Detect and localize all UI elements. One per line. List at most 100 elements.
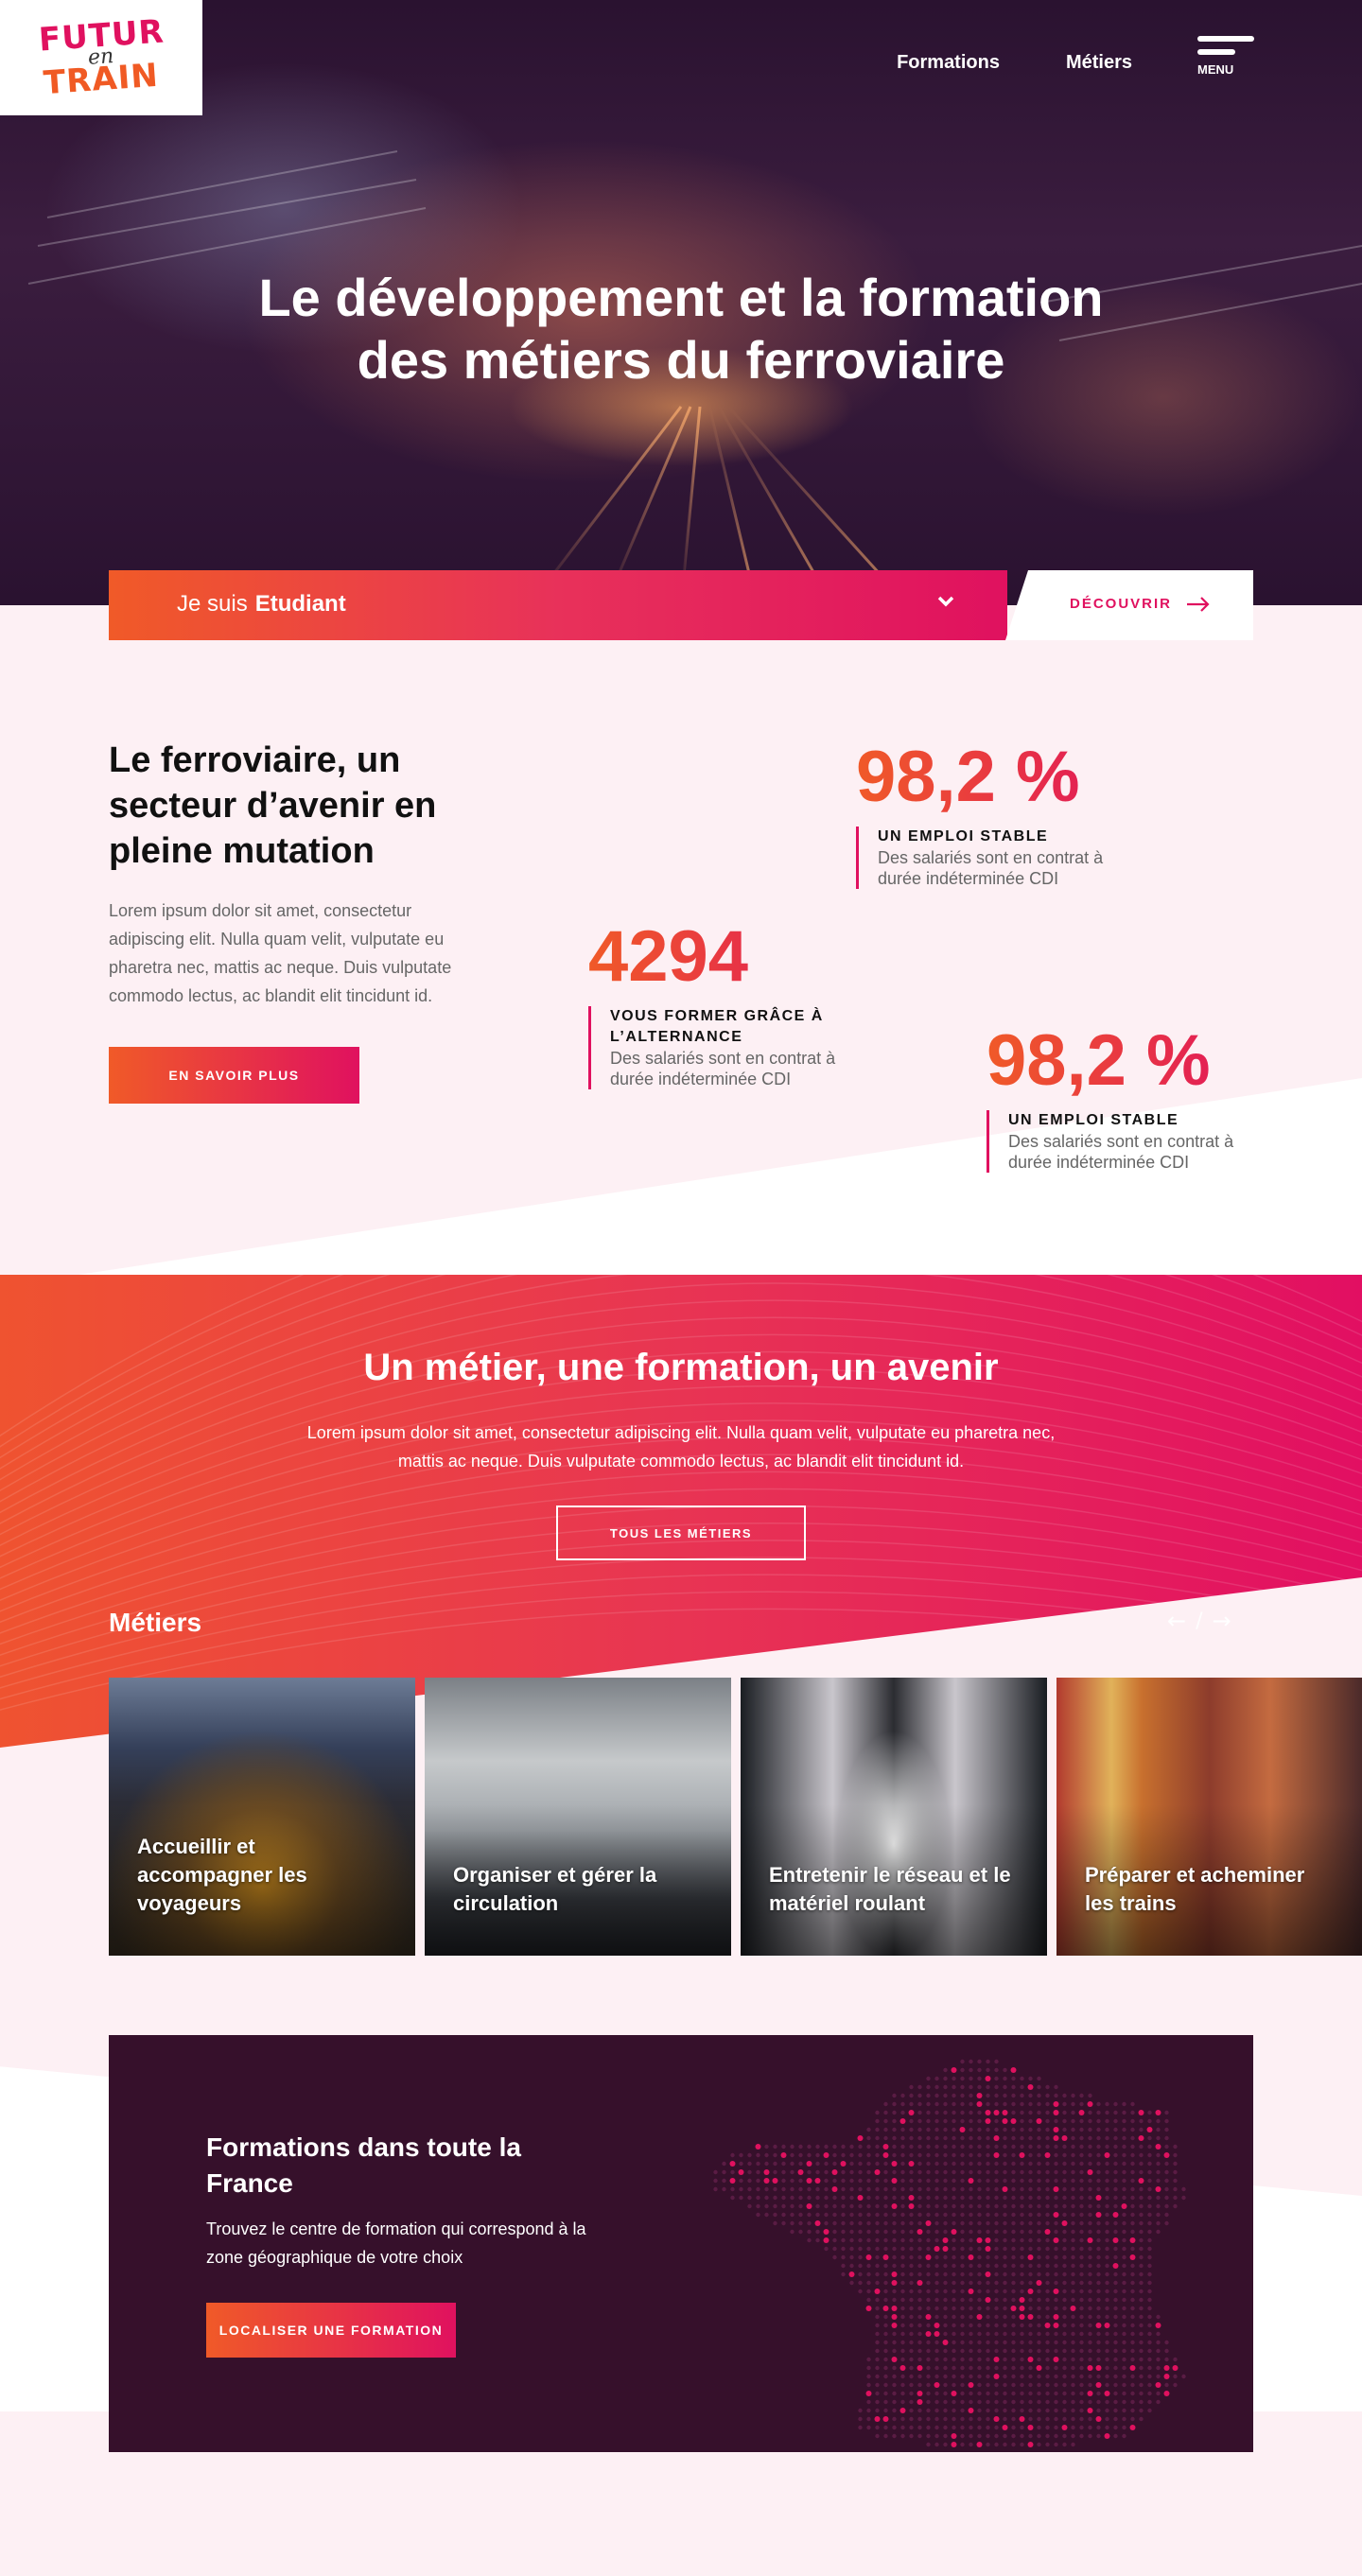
training-center-dot[interactable] bbox=[1078, 2110, 1085, 2115]
training-center-dot[interactable] bbox=[1053, 2212, 1059, 2218]
training-center-dot[interactable] bbox=[1087, 2237, 1093, 2243]
training-center-dot[interactable] bbox=[1163, 2152, 1170, 2158]
training-center-dot[interactable] bbox=[831, 2186, 838, 2192]
training-center-dot[interactable] bbox=[1019, 2314, 1025, 2320]
logo[interactable]: FUTUR en TRAIN bbox=[0, 0, 202, 115]
training-center-dot[interactable] bbox=[865, 2254, 872, 2260]
training-center-dot[interactable] bbox=[891, 2280, 898, 2286]
training-center-dot[interactable] bbox=[1138, 2135, 1144, 2141]
training-center-dot[interactable] bbox=[976, 2314, 983, 2320]
training-center-dot[interactable] bbox=[1155, 2382, 1161, 2388]
training-center-dot[interactable] bbox=[891, 2203, 898, 2209]
training-center-dot[interactable] bbox=[1112, 2237, 1119, 2243]
training-center-dot[interactable] bbox=[959, 2127, 966, 2132]
training-center-dot[interactable] bbox=[1010, 2067, 1017, 2073]
training-center-dot[interactable] bbox=[1129, 2237, 1136, 2243]
training-center-dot[interactable] bbox=[729, 2161, 736, 2167]
training-center-dot[interactable] bbox=[1027, 2314, 1034, 2320]
arrow-right-icon[interactable]: → bbox=[1213, 1608, 1231, 1634]
training-center-dot[interactable] bbox=[1104, 2433, 1110, 2439]
training-center-dot[interactable] bbox=[1053, 2357, 1059, 2362]
training-center-dot[interactable] bbox=[874, 2416, 881, 2422]
training-center-dot[interactable] bbox=[891, 2161, 898, 2167]
training-center-dot[interactable] bbox=[780, 2152, 787, 2158]
training-center-dot[interactable] bbox=[951, 2391, 957, 2396]
training-center-dot[interactable] bbox=[976, 2442, 983, 2447]
training-center-dot[interactable] bbox=[1146, 2127, 1153, 2132]
metier-card[interactable]: Accueillir et accompagner les voyageurs bbox=[109, 1678, 415, 1956]
training-center-dot[interactable] bbox=[874, 2289, 881, 2294]
training-center-dot[interactable] bbox=[882, 2254, 889, 2260]
training-center-dot[interactable] bbox=[1138, 2178, 1144, 2184]
training-center-dot[interactable] bbox=[1019, 2152, 1025, 2158]
training-center-dot[interactable] bbox=[831, 2169, 838, 2175]
training-center-dot[interactable] bbox=[934, 2323, 940, 2328]
discover-button[interactable]: DÉCOUVRIR bbox=[1005, 570, 1253, 640]
training-center-dot[interactable] bbox=[1036, 2365, 1042, 2371]
training-center-dot[interactable] bbox=[985, 2271, 991, 2277]
learn-more-button[interactable]: EN SAVOIR PLUS bbox=[109, 1047, 359, 1104]
training-center-dot[interactable] bbox=[1036, 2280, 1042, 2286]
training-center-dot[interactable] bbox=[857, 2135, 864, 2141]
training-center-dot[interactable] bbox=[1027, 2289, 1034, 2294]
training-center-dot[interactable] bbox=[917, 2229, 923, 2235]
training-center-dot[interactable] bbox=[1163, 2365, 1170, 2371]
training-center-dot[interactable] bbox=[985, 2237, 991, 2243]
training-center-dot[interactable] bbox=[908, 2203, 915, 2209]
training-center-dot[interactable] bbox=[865, 2391, 872, 2396]
training-center-dot[interactable] bbox=[1044, 2229, 1051, 2235]
training-center-dot[interactable] bbox=[1155, 2323, 1161, 2328]
training-center-dot[interactable] bbox=[968, 2382, 974, 2388]
training-center-dot[interactable] bbox=[968, 2289, 974, 2294]
training-center-dot[interactable] bbox=[1044, 2323, 1051, 2328]
training-center-dot[interactable] bbox=[882, 2144, 889, 2150]
training-center-dot[interactable] bbox=[891, 2323, 898, 2328]
training-center-dot[interactable] bbox=[1053, 2323, 1059, 2328]
training-center-dot[interactable] bbox=[1095, 2212, 1102, 2218]
training-center-dot[interactable] bbox=[882, 2306, 889, 2311]
training-center-dot[interactable] bbox=[1036, 2118, 1042, 2124]
training-center-dot[interactable] bbox=[1053, 2101, 1059, 2107]
training-center-dot[interactable] bbox=[797, 2169, 804, 2175]
locate-formation-button[interactable]: LOCALISER UNE FORMATION bbox=[206, 2303, 456, 2358]
training-center-dot[interactable] bbox=[1087, 2391, 1093, 2396]
training-center-dot[interactable] bbox=[891, 2314, 898, 2320]
training-center-dot[interactable] bbox=[814, 2178, 821, 2184]
training-center-dot[interactable] bbox=[1027, 2425, 1034, 2430]
training-center-dot[interactable] bbox=[976, 2093, 983, 2098]
training-center-dot[interactable] bbox=[865, 2306, 872, 2311]
training-center-dot[interactable] bbox=[763, 2169, 770, 2175]
training-center-dot[interactable] bbox=[1087, 2408, 1093, 2413]
training-center-dot[interactable] bbox=[806, 2178, 812, 2184]
training-center-dot[interactable] bbox=[1061, 2425, 1068, 2430]
nav-link-formations[interactable]: Formations bbox=[897, 52, 1000, 74]
training-center-dot[interactable] bbox=[1129, 2254, 1136, 2260]
training-center-dot[interactable] bbox=[1053, 2289, 1059, 2294]
training-center-dot[interactable] bbox=[823, 2237, 829, 2243]
training-center-dot[interactable] bbox=[1053, 2110, 1059, 2115]
training-center-dot[interactable] bbox=[1163, 2391, 1170, 2396]
training-center-dot[interactable] bbox=[1027, 2357, 1034, 2362]
training-center-dot[interactable] bbox=[1002, 2118, 1008, 2124]
training-center-dot[interactable] bbox=[1053, 2127, 1059, 2132]
training-center-dot[interactable] bbox=[925, 2254, 932, 2260]
menu-button[interactable]: MENU bbox=[1197, 36, 1254, 77]
arrow-left-icon[interactable]: ← bbox=[1167, 1608, 1186, 1634]
training-center-dot[interactable] bbox=[968, 2254, 974, 2260]
role-dropdown[interactable]: Je suis Etudiant bbox=[109, 570, 1007, 640]
training-center-dot[interactable] bbox=[993, 2152, 1000, 2158]
training-center-dot[interactable] bbox=[942, 2246, 949, 2252]
training-center-dot[interactable] bbox=[1172, 2365, 1179, 2371]
training-center-dot[interactable] bbox=[1053, 2186, 1059, 2192]
training-center-dot[interactable] bbox=[882, 2416, 889, 2422]
training-center-dot[interactable] bbox=[1070, 2306, 1076, 2311]
training-center-dot[interactable] bbox=[917, 2391, 923, 2396]
training-center-dot[interactable] bbox=[1112, 2263, 1119, 2269]
training-center-dot[interactable] bbox=[1087, 2169, 1093, 2175]
training-center-dot[interactable] bbox=[951, 2442, 957, 2447]
training-center-dot[interactable] bbox=[1061, 2135, 1068, 2141]
training-center-dot[interactable] bbox=[1002, 2186, 1008, 2192]
training-center-dot[interactable] bbox=[985, 2110, 991, 2115]
training-center-dot[interactable] bbox=[951, 2067, 957, 2073]
training-center-dot[interactable] bbox=[976, 2101, 983, 2107]
